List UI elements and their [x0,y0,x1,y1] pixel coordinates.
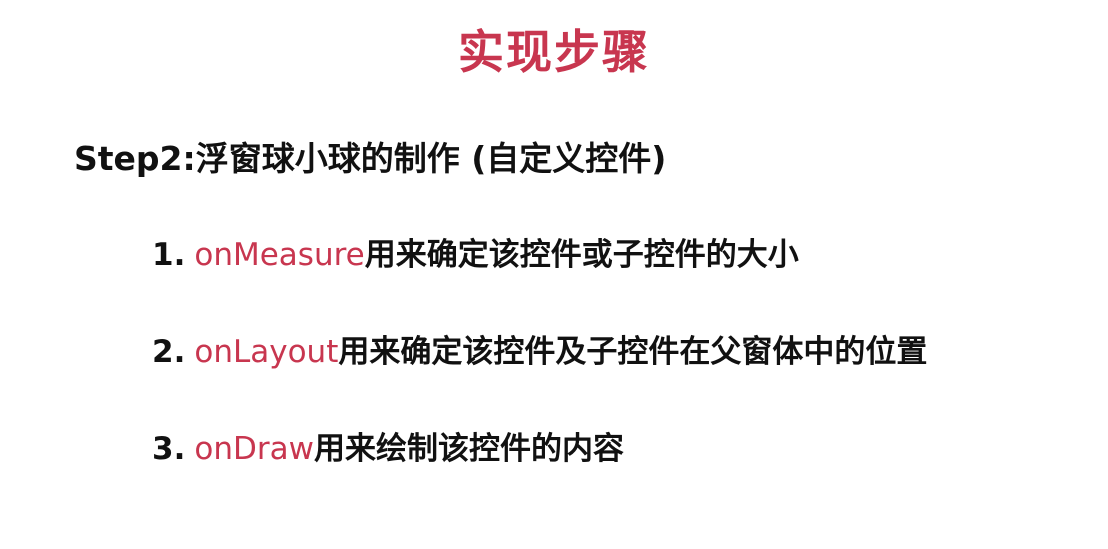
step-number: 3. [152,431,186,467]
step-description: 用来绘制该控件的内容 [313,431,624,467]
step-number: 2. [152,334,186,370]
step-description: 用来确定该控件或子控件的大小 [364,237,799,273]
step-number: 1. [152,237,186,273]
method-name: onLayout [194,334,339,370]
list-item: 2. onLayout用来确定该控件及子控件在父窗体中的位置 [152,329,927,375]
list-item: 3. onDraw用来绘制该控件的内容 [152,426,927,472]
step-description: 用来确定该控件及子控件在父窗体中的位置 [338,334,928,370]
step-heading: Step2:浮窗球小球的制作 (自定义控件) [74,139,667,178]
step-list: 1. onMeasure用来确定该控件或子控件的大小 2. onLayout用来确定… [152,232,927,472]
method-name: onDraw [194,431,314,467]
slide-title: 实现步骤 [458,25,650,79]
list-item: 1. onMeasure用来确定该控件或子控件的大小 [152,232,927,278]
method-name: onMeasure [194,237,365,273]
